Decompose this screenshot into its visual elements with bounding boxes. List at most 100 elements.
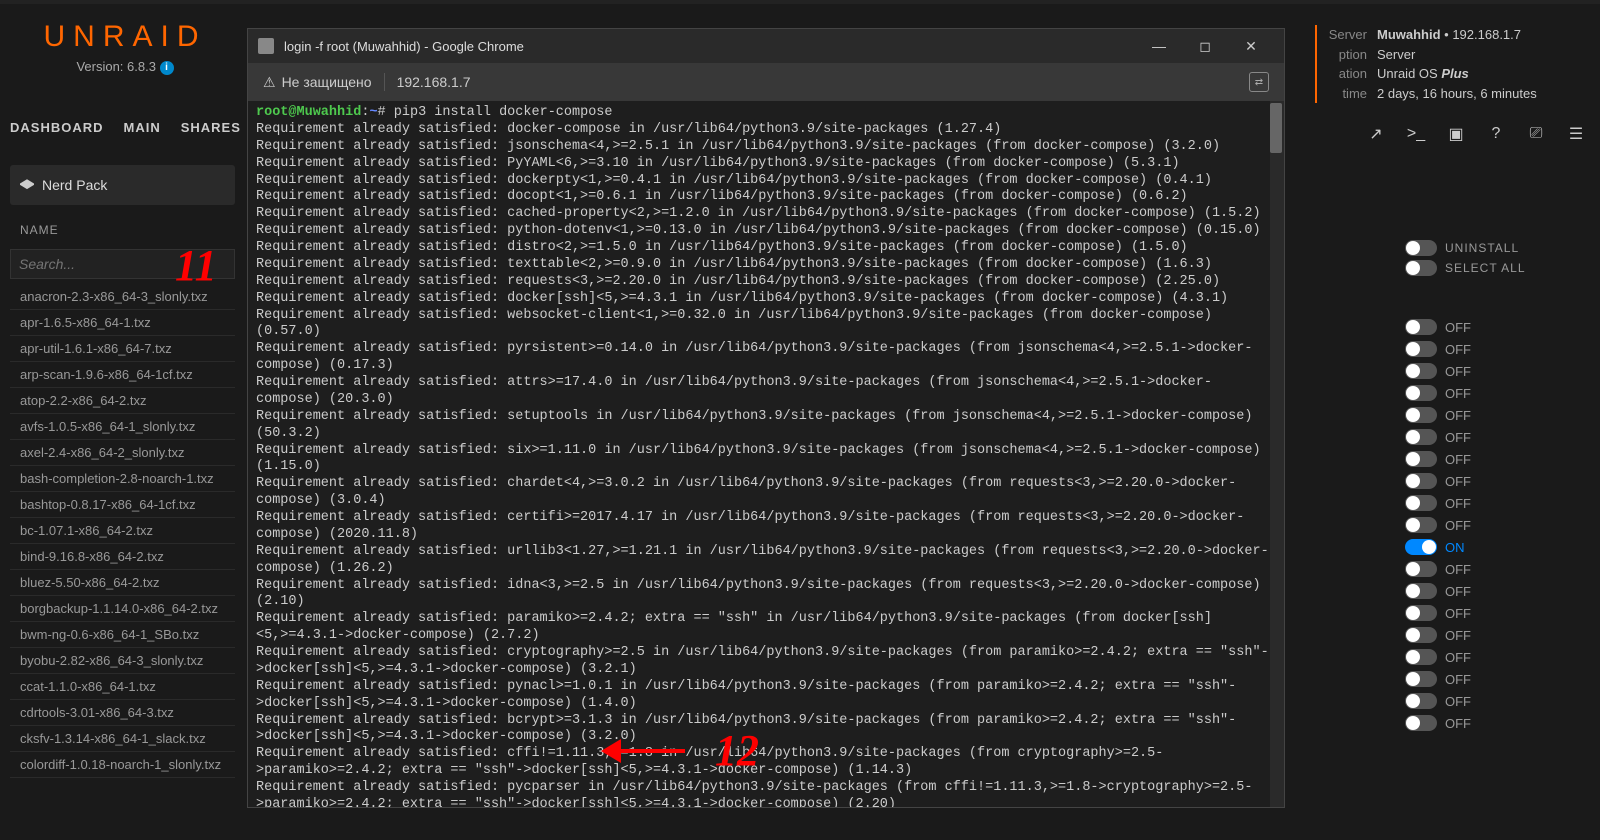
toggle-row: OFF: [1405, 646, 1585, 668]
package-toggle[interactable]: [1405, 649, 1437, 665]
package-toggle[interactable]: [1405, 473, 1437, 489]
toggle-state-label: OFF: [1445, 650, 1471, 665]
package-item[interactable]: apr-1.6.5-x86_64-1.txz: [10, 310, 235, 336]
url-text[interactable]: 192.168.1.7: [397, 74, 471, 90]
label-uptime: time: [1327, 84, 1367, 104]
toggle-row: OFF: [1405, 580, 1585, 602]
main-nav: DASHBOARD MAIN SHARES: [10, 120, 241, 135]
server-license: Unraid OS Plus: [1377, 66, 1469, 81]
header-icon-bar: ↗ >_ ▣ ? ⎚ ☰: [1367, 125, 1585, 143]
terminal-scrollbar[interactable]: [1270, 101, 1284, 807]
package-toggle[interactable]: [1405, 407, 1437, 423]
info-icon[interactable]: i: [160, 61, 174, 75]
package-item[interactable]: cksfv-1.3.14-x86_64-1_slack.txz: [10, 726, 235, 752]
toggle-row: OFF: [1405, 624, 1585, 646]
package-item[interactable]: arp-scan-1.9.6-x86_64-1cf.txz: [10, 362, 235, 388]
monitor-icon[interactable]: ⎚: [1527, 125, 1545, 143]
package-item[interactable]: borgbackup-1.1.14.0-x86_64-2.txz: [10, 596, 235, 622]
scrollbar-thumb[interactable]: [1270, 103, 1282, 153]
package-item[interactable]: bc-1.07.1-x86_64-2.txz: [10, 518, 235, 544]
package-item[interactable]: atop-2.2-x86_64-2.txz: [10, 388, 235, 414]
package-toggle[interactable]: [1405, 539, 1437, 555]
window-controls: — ◻ ✕: [1136, 29, 1274, 63]
toggle-row: ON: [1405, 536, 1585, 558]
toggle-state-label: OFF: [1445, 628, 1471, 643]
nav-shares[interactable]: SHARES: [181, 120, 241, 135]
toggle-state-label: OFF: [1445, 716, 1471, 731]
package-toggle[interactable]: [1405, 693, 1437, 709]
toggle-state-label: OFF: [1445, 562, 1471, 577]
terminal-output[interactable]: root@Muwahhid:~# pip3 install docker-com…: [248, 101, 1284, 807]
toggle-state-label: OFF: [1445, 452, 1471, 467]
toggle-state-label: OFF: [1445, 606, 1471, 621]
annotation-11: 11: [175, 240, 217, 291]
toggle-row: OFF: [1405, 470, 1585, 492]
nav-dashboard[interactable]: DASHBOARD: [10, 120, 104, 135]
package-item[interactable]: bind-9.16.8-x86_64-2.txz: [10, 544, 235, 570]
toggle-state-label: OFF: [1445, 408, 1471, 423]
label-server: Server: [1327, 25, 1367, 45]
uninstall-label: UNINSTALL: [1445, 241, 1519, 255]
toggle-row: OFF: [1405, 602, 1585, 624]
minimize-icon[interactable]: —: [1136, 29, 1182, 63]
package-toggle[interactable]: [1405, 583, 1437, 599]
close-icon[interactable]: ✕: [1228, 29, 1274, 63]
annotation-12-text: 12: [715, 725, 759, 776]
package-item[interactable]: bashtop-0.8.17-x86_64-1cf.txz: [10, 492, 235, 518]
package-toggle[interactable]: [1405, 341, 1437, 357]
package-toggle[interactable]: [1405, 627, 1437, 643]
package-toggle[interactable]: [1405, 605, 1437, 621]
package-toggle[interactable]: [1405, 517, 1437, 533]
package-toggle[interactable]: [1405, 429, 1437, 445]
unraid-logo: UNRAID: [15, 20, 235, 54]
package-item[interactable]: colordiff-1.0.18-noarch-1_slonly.txz: [10, 752, 235, 778]
package-item[interactable]: apr-util-1.6.1-x86_64-7.txz: [10, 336, 235, 362]
package-toggle[interactable]: [1405, 495, 1437, 511]
package-item[interactable]: bash-completion-2.8-noarch-1.txz: [10, 466, 235, 492]
toggle-row: OFF: [1405, 360, 1585, 382]
package-item[interactable]: bwm-ng-0.6-x86_64-1_SBo.txz: [10, 622, 235, 648]
nav-main[interactable]: MAIN: [124, 120, 161, 135]
package-toggle[interactable]: [1405, 715, 1437, 731]
package-toggle[interactable]: [1405, 561, 1437, 577]
unraid-header: UNRAID Version: 6.8.3 i: [15, 20, 235, 75]
terminal-icon[interactable]: >_: [1407, 125, 1425, 143]
maximize-icon[interactable]: ◻: [1182, 29, 1228, 63]
package-item[interactable]: bluez-5.50-x86_64-2.txz: [10, 570, 235, 596]
toggle-list: OFF OFF OFF OFF OFF OFF OFF OFF OFF OFF ON OFF OFF OF…: [1405, 316, 1585, 734]
menu-icon[interactable]: ☰: [1567, 125, 1585, 143]
package-item[interactable]: avfs-1.0.5-x86_64-1_slonly.txz: [10, 414, 235, 440]
toggle-row: OFF: [1405, 668, 1585, 690]
insecure-warning[interactable]: Не защищено: [263, 74, 372, 91]
chrome-window: login -f root (Muwahhid) - Google Chrome…: [247, 28, 1285, 808]
server-ip: 192.168.1.7: [1452, 27, 1521, 42]
selectall-label: SELECT ALL: [1445, 261, 1526, 275]
toggle-state-label: OFF: [1445, 694, 1471, 709]
unraid-version-label: Version: 6.8.3 i: [15, 59, 235, 75]
package-toggle[interactable]: [1405, 385, 1437, 401]
package-item[interactable]: cdrtools-3.01-x86_64-3.txz: [10, 700, 235, 726]
nerd-pack-title: Nerd Pack: [10, 165, 235, 205]
package-toggle[interactable]: [1405, 671, 1437, 687]
toggle-row: OFF: [1405, 690, 1585, 712]
version-text: Version: 6.8.3: [76, 59, 156, 74]
package-item[interactable]: axel-2.4-x86_64-2_slonly.txz: [10, 440, 235, 466]
toggle-state-label: OFF: [1445, 672, 1471, 687]
popout-icon[interactable]: ↗: [1367, 125, 1385, 143]
toggle-state-label: OFF: [1445, 518, 1471, 533]
help-icon[interactable]: ?: [1487, 125, 1505, 143]
package-item[interactable]: byobu-2.82-x86_64-3_slonly.txz: [10, 648, 235, 674]
package-item[interactable]: ccat-1.1.0-x86_64-1.txz: [10, 674, 235, 700]
chrome-titlebar[interactable]: login -f root (Muwahhid) - Google Chrome…: [248, 29, 1284, 63]
label-lic: ation: [1327, 64, 1367, 84]
translate-icon[interactable]: ⇄: [1249, 72, 1269, 92]
uninstall-toggle[interactable]: [1405, 240, 1437, 256]
toggle-state-label: OFF: [1445, 474, 1471, 489]
toggle-state-label: OFF: [1445, 584, 1471, 599]
package-toggle[interactable]: [1405, 363, 1437, 379]
package-toggle[interactable]: [1405, 319, 1437, 335]
package-toggle[interactable]: [1405, 451, 1437, 467]
selectall-toggle[interactable]: [1405, 260, 1437, 276]
divider: [384, 73, 385, 91]
feedback-icon[interactable]: ▣: [1447, 125, 1465, 143]
